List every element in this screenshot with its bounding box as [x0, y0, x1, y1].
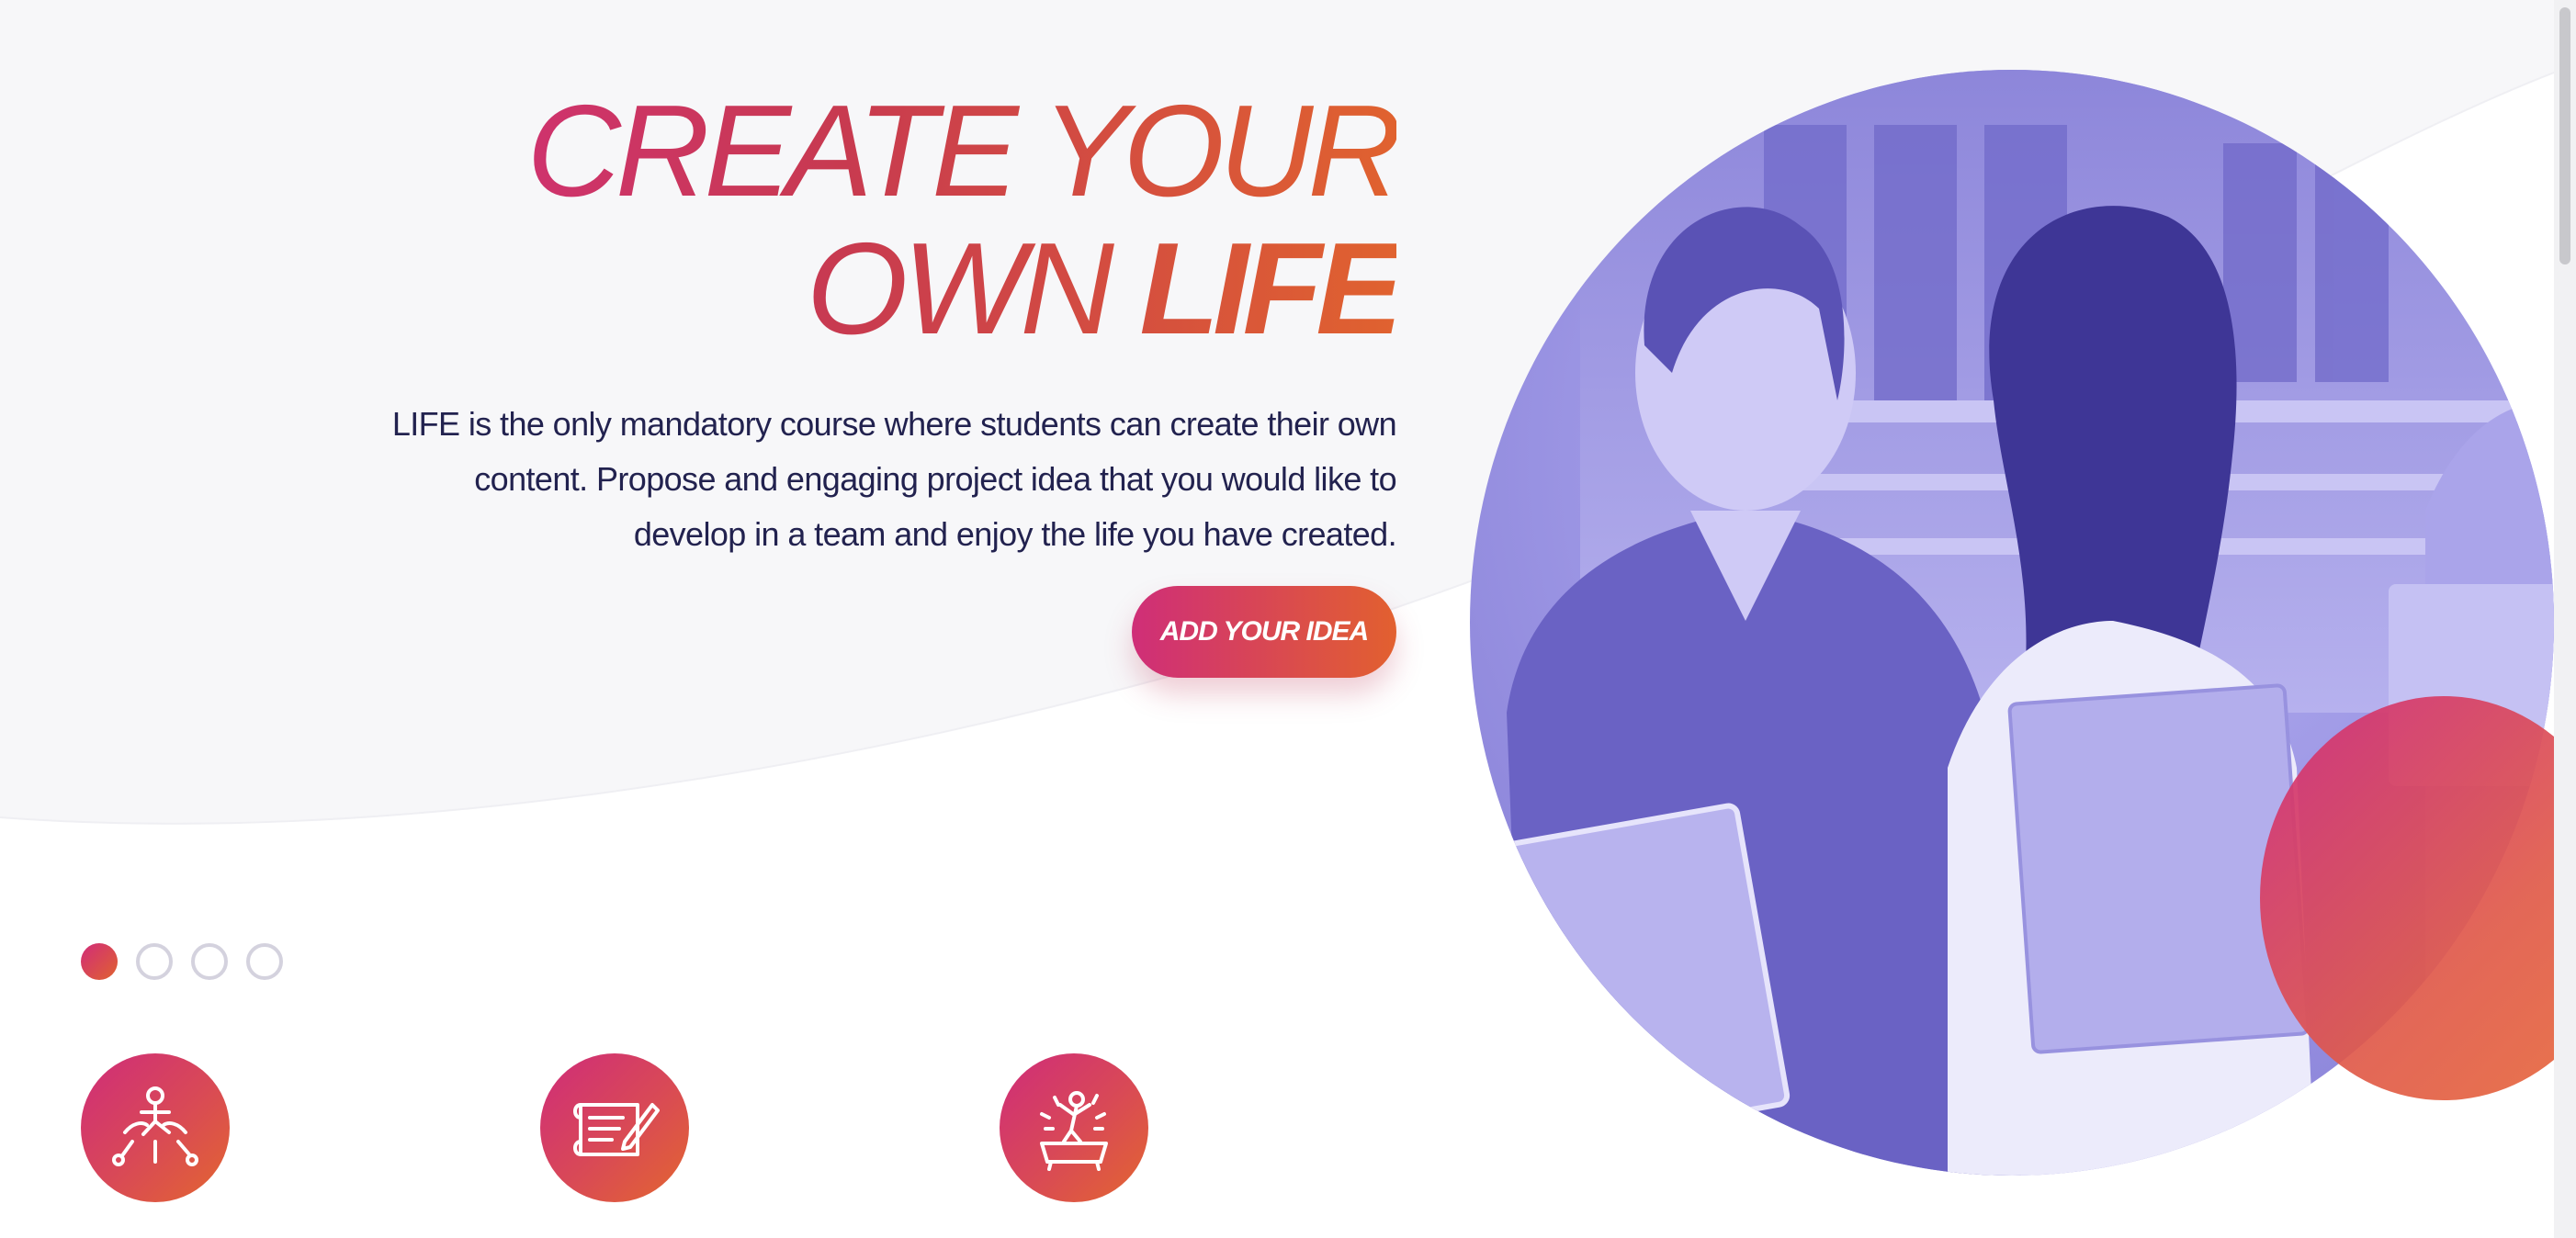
description-line: LIFE is the only mandatory course where …: [391, 405, 1397, 443]
description-line: content. Propose and engaging project id…: [474, 460, 1396, 498]
headline-line-2: OWN LIFE: [386, 220, 1396, 358]
carousel-dot-2[interactable]: [136, 943, 173, 980]
add-your-idea-button[interactable]: ADD YOUR IDEA: [1132, 586, 1396, 678]
feature-icons-row: [0, 1053, 1286, 1210]
hero-text-block: CREATE YOUR OWN LIFE LIFE is the only ma…: [386, 83, 1397, 562]
page-scrollbar[interactable]: [2554, 0, 2576, 1238]
description-line: develop in a team and enjoy the life you…: [633, 515, 1397, 553]
carousel-dot-4[interactable]: [246, 943, 283, 980]
headline-line-1: CREATE YOUR: [526, 78, 1396, 224]
hero-headline: CREATE YOUR OWN LIFE: [386, 83, 1396, 358]
headline-life: LIFE: [1139, 216, 1396, 362]
collaboration-icon: [81, 1053, 230, 1202]
headline-own: OWN: [806, 216, 1109, 362]
carousel-dot-1[interactable]: [81, 943, 118, 980]
scrollbar-thumb[interactable]: [2559, 7, 2570, 264]
carousel-dot-3[interactable]: [191, 943, 228, 980]
celebration-bath-icon: [1000, 1053, 1148, 1202]
carousel-pagination: [81, 943, 283, 980]
writing-scroll-icon: [540, 1053, 689, 1202]
hero-description: LIFE is the only mandatory course where …: [386, 397, 1397, 562]
